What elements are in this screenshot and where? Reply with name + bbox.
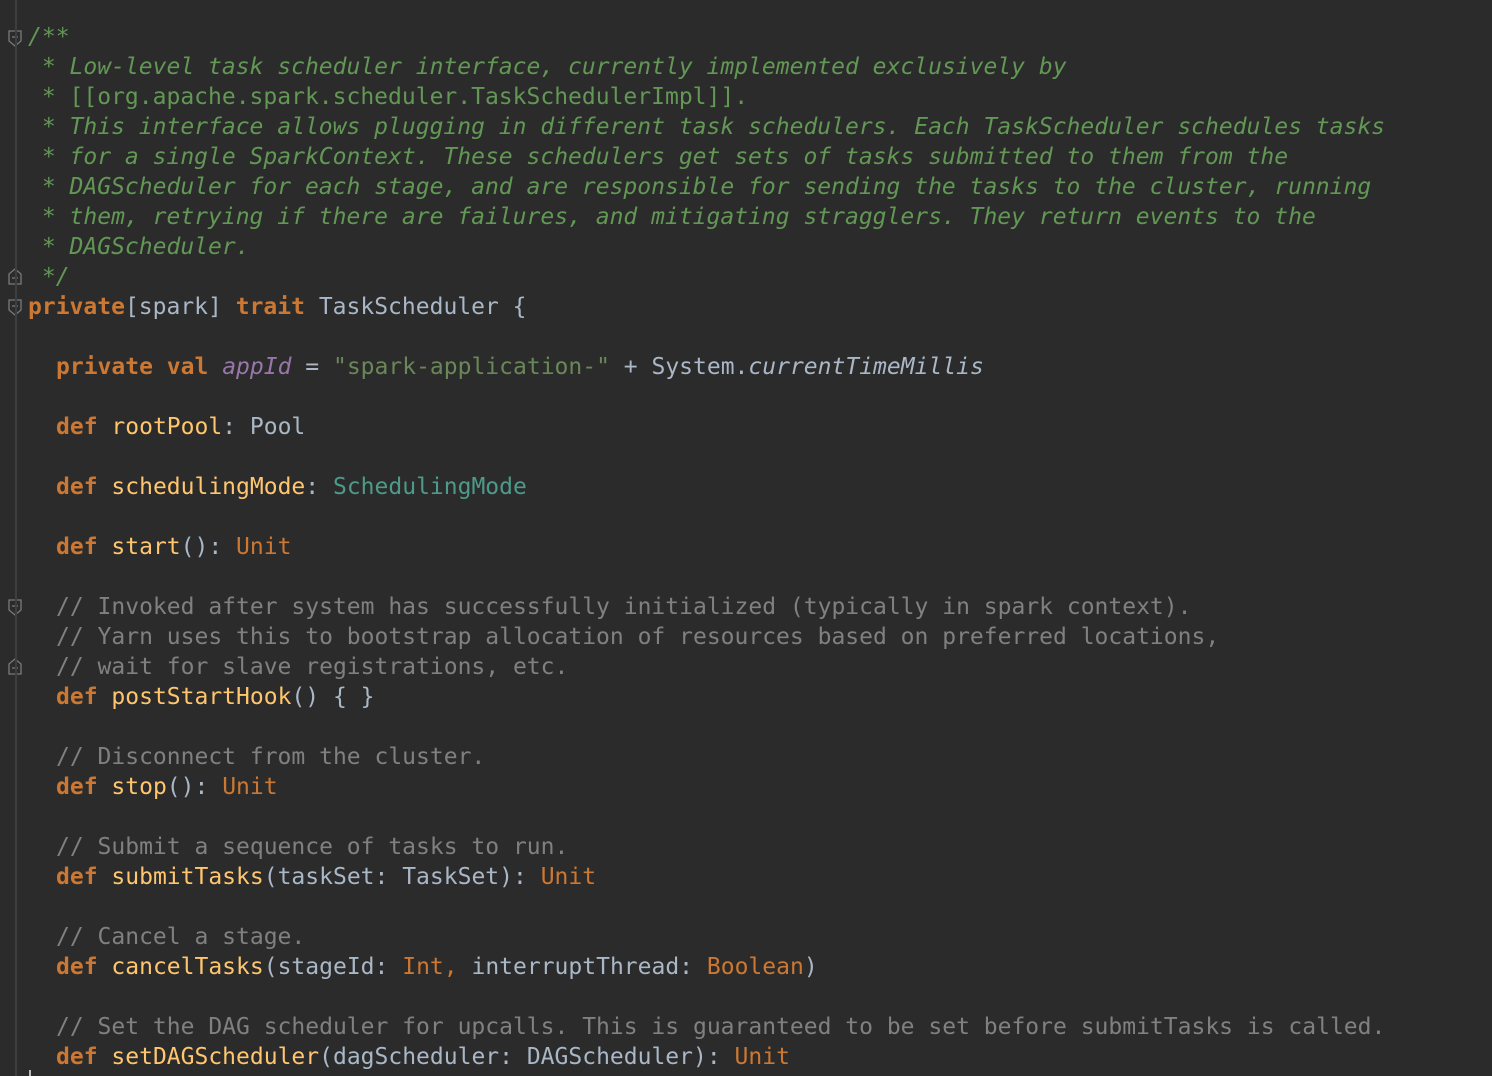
doc-comment-line: * for a single SparkContext. These sched… (28, 144, 1289, 170)
line-comment: // wait for slave registrations, etc. (56, 654, 569, 680)
trait-declaration: private[spark] trait TaskScheduler { (28, 292, 1488, 322)
text-caret (29, 1070, 31, 1076)
parameter: (stageId: (263, 954, 403, 980)
type-name: Unit (222, 774, 278, 800)
expression: + System. (609, 354, 749, 380)
parameters: (dagScheduler: DAGScheduler): (319, 1044, 735, 1070)
type-name: Unit (540, 864, 597, 890)
doc-comment-line: * DAGScheduler. (28, 234, 250, 260)
doc-comment-line: * DAGScheduler for each stage, and are r… (28, 174, 1372, 200)
submit-tasks-declaration: def submitTasks(taskSet: TaskSet): Unit (28, 862, 1488, 892)
keyword: def (56, 414, 98, 440)
method-body: () { } (291, 684, 375, 710)
separator: (): (166, 774, 223, 800)
keyword: trait (235, 294, 305, 320)
app-id-declaration: private val appId = "spark-application-"… (28, 352, 1488, 382)
line-comment: // Set the DAG scheduler for upcalls. Th… (56, 1014, 1386, 1040)
gutter-divider (15, 0, 17, 1076)
line-comment: // Invoked after system has successfully… (56, 594, 1192, 620)
separator: : (305, 474, 333, 500)
line-comment: // Yarn uses this to bootstrap allocatio… (56, 624, 1220, 650)
doc-comment-line: /** (28, 24, 70, 50)
keyword: def (56, 534, 98, 560)
keyword: def (56, 684, 98, 710)
method-name: stop (111, 774, 167, 800)
method-call: currentTimeMillis (748, 354, 984, 380)
type-name: Int, (402, 954, 472, 980)
field-name: appId (222, 354, 292, 380)
keyword: def (56, 864, 98, 890)
line-comment: // Disconnect from the cluster. (56, 744, 486, 770)
parameters: (taskSet: TaskSet): (263, 864, 541, 890)
separator: : (222, 414, 250, 440)
keyword: private (28, 294, 125, 320)
type-name: Pool (249, 414, 306, 440)
string-literal: "spark-application-" (332, 354, 610, 380)
separator: (): (180, 534, 237, 560)
keyword: def (56, 474, 98, 500)
stop-declaration: def stop(): Unit (28, 772, 1488, 802)
method-name: rootPool (111, 414, 223, 440)
editor-gutter (0, 0, 28, 1076)
method-name: cancelTasks (111, 954, 264, 980)
scope-qualifier: [spark] (124, 294, 236, 320)
doc-comment-line: * [[org.apache.spark.scheduler.TaskSched… (28, 82, 1488, 112)
line-comment: // Submit a sequence of tasks to run. (56, 834, 569, 860)
doc-comment-line: * Low-level task scheduler interface, cu… (28, 54, 1067, 80)
operator: = (291, 354, 333, 380)
start-declaration: def start(): Unit (28, 532, 1488, 562)
method-name: setDAGScheduler (111, 1044, 320, 1070)
post-start-hook-declaration: def postStartHook() { } (28, 682, 1488, 712)
cancel-tasks-declaration: def cancelTasks(stageId: Int, interruptT… (28, 952, 1488, 982)
root-pool-declaration: def rootPool: Pool (28, 412, 1488, 442)
scheduling-mode-declaration: def schedulingMode: SchedulingMode (28, 472, 1488, 502)
type-name: Unit (734, 1044, 790, 1070)
method-name: schedulingMode (111, 474, 306, 500)
method-name: start (111, 534, 181, 560)
code-editor[interactable]: /** * Low-level task scheduler interface… (0, 0, 1492, 1076)
line-comment: // Cancel a stage. (56, 924, 306, 950)
doc-comment-prefix: * (28, 84, 70, 110)
type-name: SchedulingMode (332, 474, 527, 500)
type-name: Boolean (706, 954, 804, 980)
method-name: submitTasks (111, 864, 264, 890)
parameter: interruptThread: (471, 954, 707, 980)
doc-comment-link[interactable]: [[org.apache.spark.scheduler.TaskSchedul… (70, 84, 749, 110)
doc-comment-line: * This interface allows plugging in diff… (28, 114, 1386, 140)
keyword: def (56, 1044, 98, 1070)
doc-comment-line: */ (28, 264, 70, 290)
keyword: def (56, 774, 98, 800)
keyword: private val (56, 354, 209, 380)
keyword: def (56, 954, 98, 980)
type-name: Unit (236, 534, 292, 560)
paren: ) (803, 954, 818, 980)
code-area[interactable]: /** * Low-level task scheduler interface… (28, 22, 1488, 1072)
doc-comment-line: * them, retrying if there are failures, … (28, 204, 1316, 230)
method-name: postStartHook (111, 684, 292, 710)
trait-name: TaskScheduler { (304, 294, 527, 320)
set-dag-scheduler-declaration: def setDAGScheduler(dagScheduler: DAGSch… (28, 1042, 1488, 1072)
